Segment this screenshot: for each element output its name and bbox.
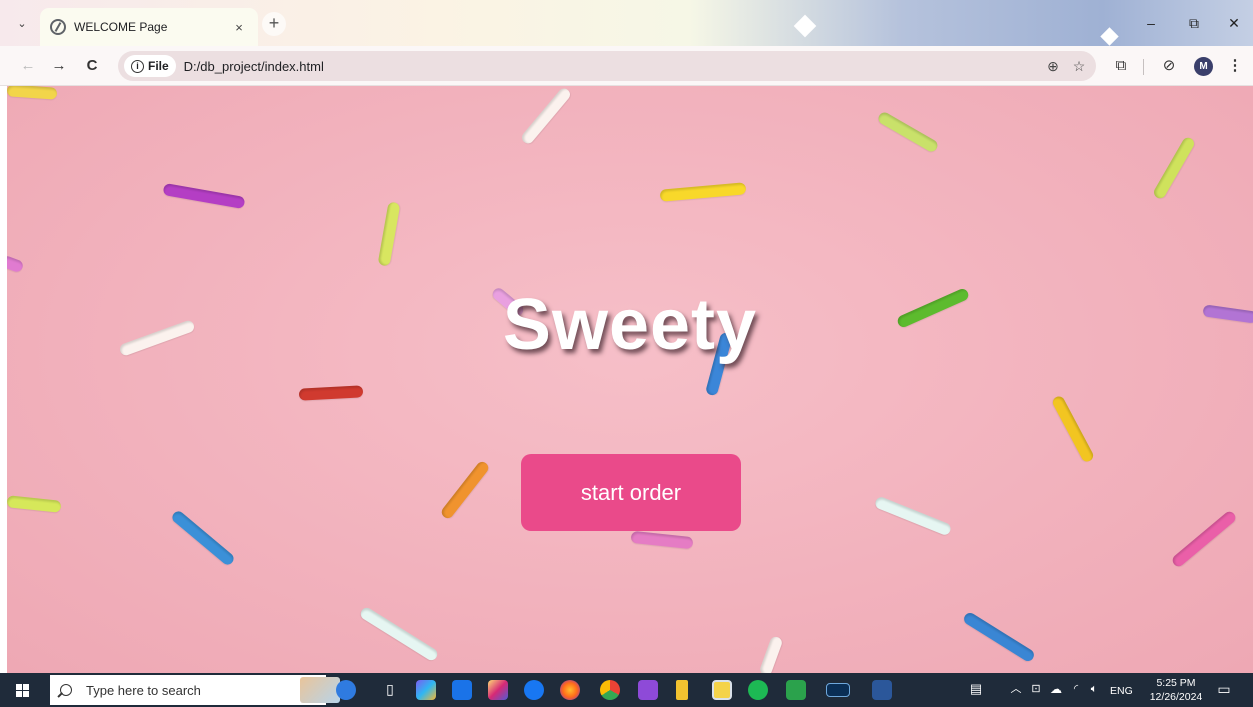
volume-icon[interactable]: 🔈︎: [1084, 679, 1104, 699]
more-menu-icon[interactable]: ⋮: [1224, 55, 1246, 77]
network-status-icon[interactable]: ⊡: [1026, 679, 1046, 699]
site-info-chip[interactable]: i File: [124, 55, 176, 77]
tab-close-icon[interactable]: ×: [230, 20, 248, 35]
sprinkle-decoration: [1151, 135, 1197, 201]
sprinkle-decoration: [630, 530, 694, 550]
sprinkle-decoration: [358, 605, 440, 663]
sprinkle-decoration: [876, 110, 940, 154]
onedrive-cloud-icon[interactable]: ☁: [1046, 679, 1066, 699]
sprinkle-decoration: [170, 508, 236, 568]
sprinkle-decoration: [758, 635, 784, 673]
new-tab-button[interactable]: +: [262, 12, 286, 36]
back-button[interactable]: ←: [16, 54, 40, 78]
sprinkle-decoration: [377, 201, 401, 267]
minimize-button[interactable]: –: [1137, 12, 1165, 34]
sprinkle-decoration: [519, 86, 573, 146]
info-icon: i: [131, 59, 144, 73]
search-icon: [60, 684, 72, 696]
search-placeholder: Type here to search: [86, 682, 201, 698]
emoji-app-icon[interactable]: [712, 680, 732, 700]
visual-studio-icon[interactable]: [638, 680, 658, 700]
taskbar-search-input[interactable]: Type here to search: [50, 675, 326, 705]
reload-button[interactable]: C: [80, 54, 104, 78]
clock-date: 12/26/2024: [1149, 691, 1203, 703]
sprinkle-decoration: [298, 385, 364, 401]
close-window-button[interactable]: ✕: [1220, 12, 1248, 34]
site-info-label: File: [148, 59, 169, 73]
news-widget-icon[interactable]: ▤: [966, 679, 986, 699]
sprinkle-decoration: [1170, 509, 1238, 569]
widgets-news-icon[interactable]: [300, 677, 340, 703]
tab-search-chevron-icon[interactable]: ⌄: [12, 14, 32, 34]
toolbar-separator: [1143, 59, 1144, 75]
zoom-icon[interactable]: ⊕: [1042, 58, 1064, 75]
facebook-icon[interactable]: [524, 680, 544, 700]
url-text[interactable]: D:/db_project/index.html: [184, 59, 1038, 74]
show-hidden-icons-chevron-icon[interactable]: ︿: [1006, 679, 1026, 699]
tab-title: WELCOME Page: [74, 20, 168, 34]
sprinkle-decoration: [162, 182, 246, 210]
bookmark-star-icon[interactable]: ☆: [1068, 58, 1090, 75]
sprinkle-decoration: [961, 610, 1037, 664]
language-indicator[interactable]: ENG: [1110, 685, 1133, 697]
extensions-puzzle-icon[interactable]: ⧉: [1110, 55, 1132, 77]
profile-avatar[interactable]: M: [1194, 57, 1213, 76]
sprinkle-decoration: [7, 86, 58, 100]
welcome-page-background: Sweety start order: [7, 86, 1253, 673]
clock-time: 5:25 PM: [1156, 677, 1196, 689]
restore-button[interactable]: ⧉: [1180, 12, 1208, 34]
sprinkle-decoration: [439, 459, 491, 521]
address-bar[interactable]: i File D:/db_project/index.html ⊕ ☆: [118, 51, 1096, 81]
sprinkle-decoration: [1050, 394, 1096, 464]
browser-tab-bar: ⌄ WELCOME Page × + – ⧉ ✕: [0, 0, 1253, 46]
sprinkle-decoration: [659, 182, 747, 202]
windows-taskbar: Type here to search ▯ ▤ ︿ ⊡ ☁ ◜ 🔈︎ ENG 5…: [0, 673, 1253, 707]
copilot-taskbar-icon[interactable]: [336, 680, 356, 700]
sprinkle-decoration: [873, 495, 953, 537]
theme-diamond-decoration: [1100, 27, 1119, 46]
forward-button[interactable]: →: [47, 54, 71, 78]
globe-icon: [50, 19, 66, 35]
word-icon[interactable]: [872, 680, 892, 700]
task-view-icon[interactable]: ▯: [380, 679, 400, 699]
notifications-icon[interactable]: ▭: [1214, 679, 1234, 699]
theme-diamond-decoration: [793, 14, 817, 38]
browser-toolbar: ← → C i File D:/db_project/index.html ⊕ …: [0, 46, 1253, 86]
sprinkle-decoration: [7, 495, 62, 513]
spotify-icon[interactable]: [748, 680, 768, 700]
chrome-icon[interactable]: [600, 680, 620, 700]
page-title: Sweety: [502, 285, 758, 365]
instagram-icon[interactable]: [488, 680, 508, 700]
copilot-app-icon[interactable]: [416, 680, 436, 700]
excel-icon[interactable]: [786, 680, 806, 700]
tab-welcome-page[interactable]: WELCOME Page ×: [40, 8, 258, 46]
sprinkle-decoration: [7, 254, 25, 274]
wifi-icon[interactable]: ◜: [1066, 679, 1086, 699]
taskbar-clock[interactable]: 5:25 PM 12/26/2024: [1148, 676, 1204, 704]
windows-start-icon[interactable]: [16, 684, 29, 697]
copilot-icon[interactable]: ⊘: [1158, 55, 1180, 77]
terminal-app-icon[interactable]: [826, 683, 850, 697]
start-order-button[interactable]: start order: [521, 454, 741, 531]
file-explorer-icon[interactable]: [676, 680, 688, 700]
microsoft-store-icon[interactable]: [452, 680, 472, 700]
firefox-icon[interactable]: [560, 680, 580, 700]
